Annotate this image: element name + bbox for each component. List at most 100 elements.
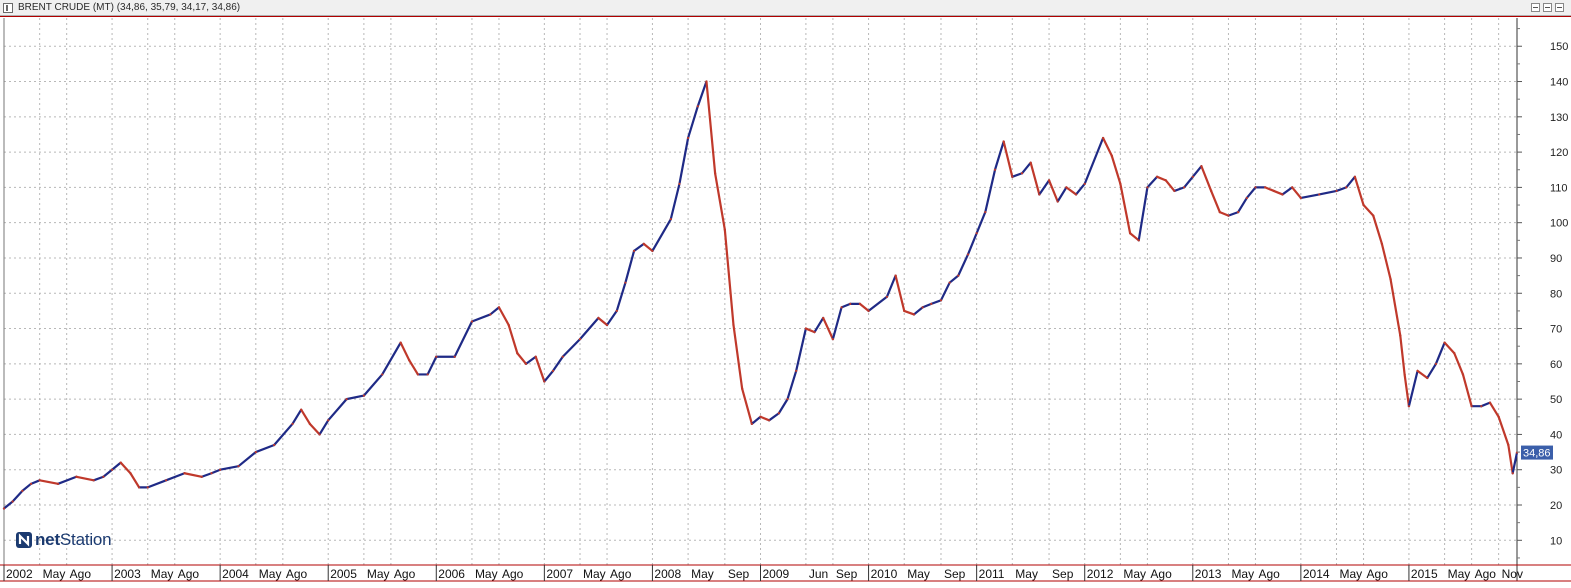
price-point: [632, 249, 636, 253]
price-segment: [948, 274, 960, 284]
price-segment: [1156, 175, 1167, 182]
x-tick-label: 2011: [979, 567, 1005, 581]
chart-window-icon[interactable]: [3, 3, 13, 13]
price-segment: [867, 295, 889, 313]
price-point: [210, 472, 213, 475]
price-point: [129, 472, 132, 475]
price-segment: [1372, 214, 1384, 245]
price-point: [1254, 186, 1257, 189]
price-point: [578, 338, 582, 341]
price-segment: [362, 373, 384, 397]
price-segment: [399, 341, 411, 362]
price-segment: [786, 369, 798, 401]
price-point: [318, 433, 321, 436]
price-segment: [165, 472, 186, 482]
price-segment: [1083, 136, 1105, 185]
price-point: [200, 475, 203, 478]
price-point: [1264, 186, 1267, 189]
x-tick-label: Ago: [70, 567, 92, 581]
price-point: [1002, 140, 1005, 143]
price-point: [1129, 232, 1132, 235]
price-segment: [1389, 278, 1402, 337]
price-segment: [1353, 175, 1365, 207]
price-point: [1038, 193, 1041, 196]
price-segment: [966, 232, 978, 256]
price-segment: [1164, 179, 1176, 193]
price-chart[interactable]: 10 20 30 40 50 60 70 80 90 100 110 120 130 140 150 200…: [0, 16, 1571, 588]
price-point: [1389, 278, 1392, 281]
y-tick-label: 10: [1550, 535, 1562, 547]
price-point: [183, 472, 186, 475]
x-tick-label: 2009: [763, 567, 790, 581]
price-segment: [300, 408, 311, 425]
price-point: [308, 422, 311, 425]
price-segment: [318, 419, 330, 436]
price-point: [524, 362, 528, 365]
x-tick-label: May: [583, 567, 606, 581]
x-tick-label: Sep: [836, 567, 858, 581]
price-segment: [651, 218, 672, 253]
price-segment: [1380, 242, 1392, 281]
price-point: [741, 387, 744, 390]
price-point: [669, 218, 672, 221]
price-segment: [56, 475, 78, 485]
price-segment: [345, 394, 365, 401]
price-point: [362, 394, 365, 397]
close-icon[interactable]: [1555, 3, 1564, 12]
y-tick-label: 120: [1550, 147, 1568, 159]
price-segment: [1110, 154, 1122, 185]
price-segment: [1056, 186, 1068, 203]
price-segment: [741, 387, 753, 425]
price-point: [1318, 193, 1321, 196]
y-tick-label: 110: [1550, 182, 1568, 194]
price-segment: [1281, 186, 1294, 196]
price-point: [291, 422, 294, 425]
price-point: [408, 359, 411, 362]
x-tick-label: 2004: [222, 567, 249, 581]
price-point: [948, 281, 951, 284]
price-segment: [1011, 172, 1024, 178]
x-tick-label: Ago: [1150, 567, 1172, 581]
price-point: [1119, 182, 1122, 185]
window-title-bar: BRENT CRUDE (MT) (34,86, 35,79, 34,17, 3…: [0, 0, 1571, 16]
price-point: [624, 281, 627, 284]
price-point: [615, 309, 618, 313]
price-point: [146, 486, 149, 489]
price-point: [651, 249, 654, 253]
price-point: [1047, 179, 1051, 182]
price-point: [678, 182, 681, 185]
price-segment: [1191, 165, 1203, 178]
price-point: [1488, 401, 1492, 404]
price-point: [750, 422, 753, 425]
price-segment: [669, 182, 681, 221]
price-point: [831, 338, 835, 341]
price-segment: [921, 302, 933, 309]
price-point: [804, 327, 807, 330]
price-segment: [1497, 415, 1510, 447]
minimize-icon[interactable]: [1531, 3, 1540, 12]
price-segment: [1002, 140, 1014, 178]
maximize-icon[interactable]: [1543, 3, 1552, 12]
price-segment: [1507, 443, 1514, 475]
price-point: [849, 302, 852, 305]
price-point: [497, 306, 501, 309]
price-point: [345, 398, 348, 401]
price-point: [822, 316, 825, 320]
price-segment: [1461, 373, 1473, 408]
price-segment: [92, 475, 105, 482]
price-point: [1362, 203, 1365, 207]
x-tick-label: May: [259, 567, 282, 581]
price-point: [119, 461, 122, 464]
price-segment: [381, 341, 402, 376]
price-point: [1353, 175, 1356, 178]
price-segment: [1237, 196, 1248, 214]
price-point: [912, 313, 916, 316]
price-segment: [327, 398, 348, 422]
price-point: [1156, 175, 1159, 178]
price-point: [219, 468, 222, 471]
price-point: [1227, 214, 1230, 217]
x-tick-label: May: [907, 567, 930, 581]
price-segment: [75, 475, 95, 482]
price-segment: [1318, 189, 1338, 196]
x-tick-label: 2013: [1195, 567, 1222, 581]
